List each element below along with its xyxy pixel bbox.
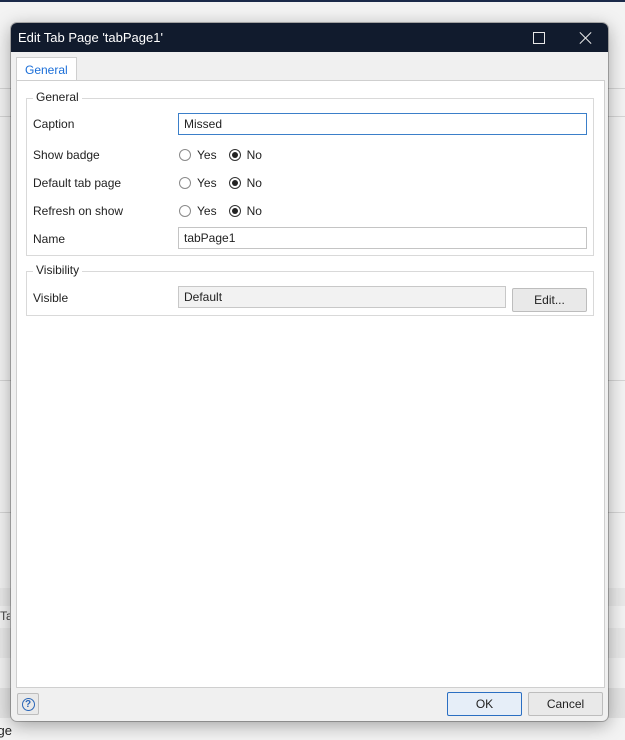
name-label: Name	[33, 232, 66, 246]
refresh-on-show-no-label[interactable]: No	[247, 204, 262, 218]
show-badge-radio-group: Yes No	[179, 148, 274, 162]
default-tab-page-no-label[interactable]: No	[247, 176, 262, 190]
close-button[interactable]	[562, 23, 608, 52]
default-tab-page-label: Default tab page	[33, 176, 122, 190]
tab-panel-general: General Caption Missed Show badge Yes No…	[16, 80, 605, 688]
caption-input[interactable]: Missed	[178, 113, 587, 135]
tab-general[interactable]: General	[16, 57, 77, 82]
background-window-top-edge	[0, 0, 625, 2]
show-badge-label: Show badge	[33, 148, 100, 162]
background-status-text: ge	[0, 723, 12, 738]
cancel-button[interactable]: Cancel	[528, 692, 603, 716]
edit-tab-page-dialog: Edit Tab Page 'tabPage1' General General…	[11, 23, 608, 721]
show-badge-yes-label[interactable]: Yes	[197, 148, 217, 162]
default-tab-page-radio-group: Yes No	[179, 176, 274, 190]
default-tab-page-yes-label[interactable]: Yes	[197, 176, 217, 190]
show-badge-yes-radio[interactable]	[179, 149, 191, 161]
refresh-on-show-yes-label[interactable]: Yes	[197, 204, 217, 218]
dialog-title: Edit Tab Page 'tabPage1'	[18, 30, 163, 45]
general-group-legend: General	[33, 90, 82, 104]
refresh-on-show-yes-radio[interactable]	[179, 205, 191, 217]
name-input[interactable]: tabPage1	[178, 227, 587, 249]
help-icon: ?	[21, 697, 35, 711]
show-badge-no-label[interactable]: No	[247, 148, 262, 162]
background-tab-fragment: Ta	[0, 609, 10, 623]
edit-visibility-button[interactable]: Edit...	[512, 288, 587, 312]
general-group: General Caption Missed Show badge Yes No…	[26, 90, 594, 256]
show-badge-no-radio[interactable]	[228, 149, 241, 161]
visibility-group-legend: Visibility	[33, 263, 83, 277]
refresh-on-show-label: Refresh on show	[33, 204, 124, 218]
visibility-group: Visibility Visible Default Edit...	[26, 263, 594, 316]
maximize-button[interactable]	[516, 23, 562, 52]
help-button[interactable]: ?	[17, 693, 39, 715]
caption-label: Caption	[33, 117, 75, 131]
visible-expression-field[interactable]: Default	[178, 286, 506, 308]
maximize-icon	[533, 31, 545, 44]
close-icon	[579, 31, 592, 44]
visible-label: Visible	[33, 291, 69, 305]
default-tab-page-yes-radio[interactable]	[179, 177, 191, 189]
dialog-titlebar[interactable]: Edit Tab Page 'tabPage1'	[11, 23, 608, 52]
default-tab-page-no-radio[interactable]	[228, 177, 241, 189]
refresh-on-show-radio-group: Yes No	[179, 204, 274, 218]
ok-button[interactable]: OK	[447, 692, 522, 716]
refresh-on-show-no-radio[interactable]	[228, 205, 241, 217]
